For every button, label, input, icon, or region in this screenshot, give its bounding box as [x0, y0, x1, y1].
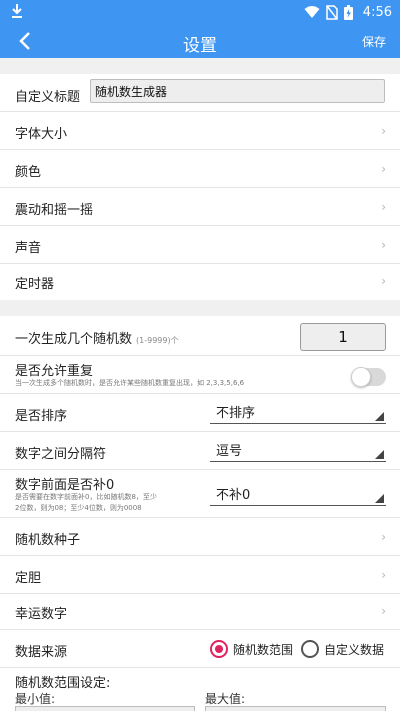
- pad-zero-label: 数字前面是否补0: [15, 478, 115, 493]
- page-title: 设置: [183, 36, 217, 56]
- menu-item-seed[interactable]: 随机数种子 ›: [0, 518, 400, 556]
- menu-item-lucky[interactable]: 幸运数字 ›: [0, 594, 400, 630]
- menu-item-label: 随机数种子: [15, 533, 81, 548]
- pad-zero-select[interactable]: 不补0: [210, 482, 386, 506]
- pad-zero-row: 数字前面是否补0 是否需要在数字前面补0，比如随机数8，至少 2位数，则为08；…: [0, 470, 400, 518]
- max-value-input[interactable]: [205, 706, 386, 711]
- menu-item-timer[interactable]: 定时器 ›: [0, 264, 400, 300]
- pad-zero-desc-1: 是否需要在数字前面补0，比如随机数8，至少: [15, 493, 157, 501]
- chevron-right-icon: ›: [381, 530, 386, 544]
- count-hint: (1-9999)个: [136, 336, 179, 345]
- sort-row: 是否排序 不排序: [0, 394, 400, 432]
- data-source-label: 数据来源: [15, 645, 68, 660]
- menu-item-label: 定时器: [15, 277, 55, 292]
- menu-item-vibration[interactable]: 震动和摇一摇 ›: [0, 188, 400, 226]
- radio-custom-data[interactable]: 自定义数据: [301, 640, 384, 658]
- chevron-right-icon: ›: [381, 604, 386, 618]
- chevron-right-icon: ›: [381, 274, 386, 288]
- max-value-label: 最大值:: [205, 692, 246, 706]
- allow-repeat-label: 是否允许重复: [15, 364, 94, 379]
- menu-item-label: 定胆: [15, 571, 42, 586]
- separator-label: 数字之间分隔符: [15, 447, 107, 462]
- status-icons: 4:56: [304, 3, 392, 21]
- radio-label: 随机数范围: [233, 642, 294, 657]
- range-title: 随机数范围设定:: [15, 676, 111, 691]
- wifi-icon: [304, 6, 320, 18]
- menu-item-sound[interactable]: 声音 ›: [0, 226, 400, 264]
- sort-label: 是否排序: [15, 409, 68, 424]
- min-value-label: 最小值:: [15, 692, 56, 706]
- separator-row: 数字之间分隔符 逗号: [0, 432, 400, 470]
- chevron-right-icon: ›: [381, 238, 386, 252]
- dropdown-arrow-icon: [375, 412, 384, 421]
- sort-value: 不排序: [216, 406, 256, 421]
- chevron-right-icon: ›: [381, 162, 386, 176]
- radio-unselected-icon: [301, 640, 319, 658]
- menu-item-color[interactable]: 颜色 ›: [0, 150, 400, 188]
- allow-repeat-desc: 当一次生成多个随机数时，是否允许某些随机数重复出现，如 2,3,3,5,6,6: [15, 379, 245, 387]
- menu-item-label: 字体大小: [15, 127, 68, 142]
- status-bar: 4:56: [0, 0, 400, 24]
- min-value-input[interactable]: [15, 706, 195, 711]
- battery-icon: [343, 4, 353, 20]
- separator-value: 逗号: [216, 444, 243, 459]
- allow-repeat-row: 是否允许重复 当一次生成多个随机数时，是否允许某些随机数重复出现，如 2,3,3…: [0, 356, 400, 394]
- radio-label: 自定义数据: [324, 642, 385, 657]
- section-gap: [0, 58, 400, 74]
- no-sim-icon: [326, 4, 338, 20]
- pad-zero-desc-2: 2位数，则为08；至少4位数，则为0008: [15, 504, 142, 512]
- data-source-row: 数据来源 随机数范围 自定义数据: [0, 630, 400, 668]
- download-icon: [12, 4, 22, 18]
- range-section: 随机数范围设定:: [0, 668, 400, 711]
- separator-select[interactable]: 逗号: [210, 438, 386, 462]
- dropdown-arrow-icon: [375, 450, 384, 459]
- radio-selected-icon: [210, 640, 228, 658]
- menu-item-label: 声音: [15, 241, 42, 256]
- menu-item-label: 幸运数字: [15, 607, 68, 622]
- menu-item-font-size[interactable]: 字体大小 ›: [0, 112, 400, 150]
- count-input[interactable]: 1: [300, 323, 386, 351]
- chevron-right-icon: ›: [381, 124, 386, 138]
- count-row: 一次生成几个随机数 (1-9999)个 1: [0, 316, 400, 356]
- clock: 4:56: [362, 4, 392, 20]
- custom-title-label: 自定义标题: [15, 90, 81, 105]
- save-button[interactable]: 保存: [362, 33, 386, 50]
- menu-item-label: 震动和摇一摇: [15, 203, 94, 218]
- custom-title-row: 自定义标题: [0, 74, 400, 112]
- pad-zero-value: 不补0: [216, 488, 251, 503]
- sort-select[interactable]: 不排序: [210, 400, 386, 424]
- count-label: 一次生成几个随机数 (1-9999)个: [15, 328, 179, 347]
- chevron-right-icon: ›: [381, 568, 386, 582]
- custom-title-input[interactable]: [90, 79, 385, 103]
- count-label-text: 一次生成几个随机数: [15, 332, 133, 347]
- app-bar: 设置 保存: [0, 24, 400, 58]
- menu-item-fixed[interactable]: 定胆 ›: [0, 556, 400, 594]
- allow-repeat-toggle[interactable]: [351, 367, 386, 387]
- chevron-right-icon: ›: [381, 200, 386, 214]
- dropdown-arrow-icon: [375, 494, 384, 503]
- radio-random-range[interactable]: 随机数范围: [210, 640, 293, 658]
- section-gap: [0, 300, 400, 316]
- toggle-knob: [351, 367, 371, 387]
- menu-item-label: 颜色: [15, 165, 42, 180]
